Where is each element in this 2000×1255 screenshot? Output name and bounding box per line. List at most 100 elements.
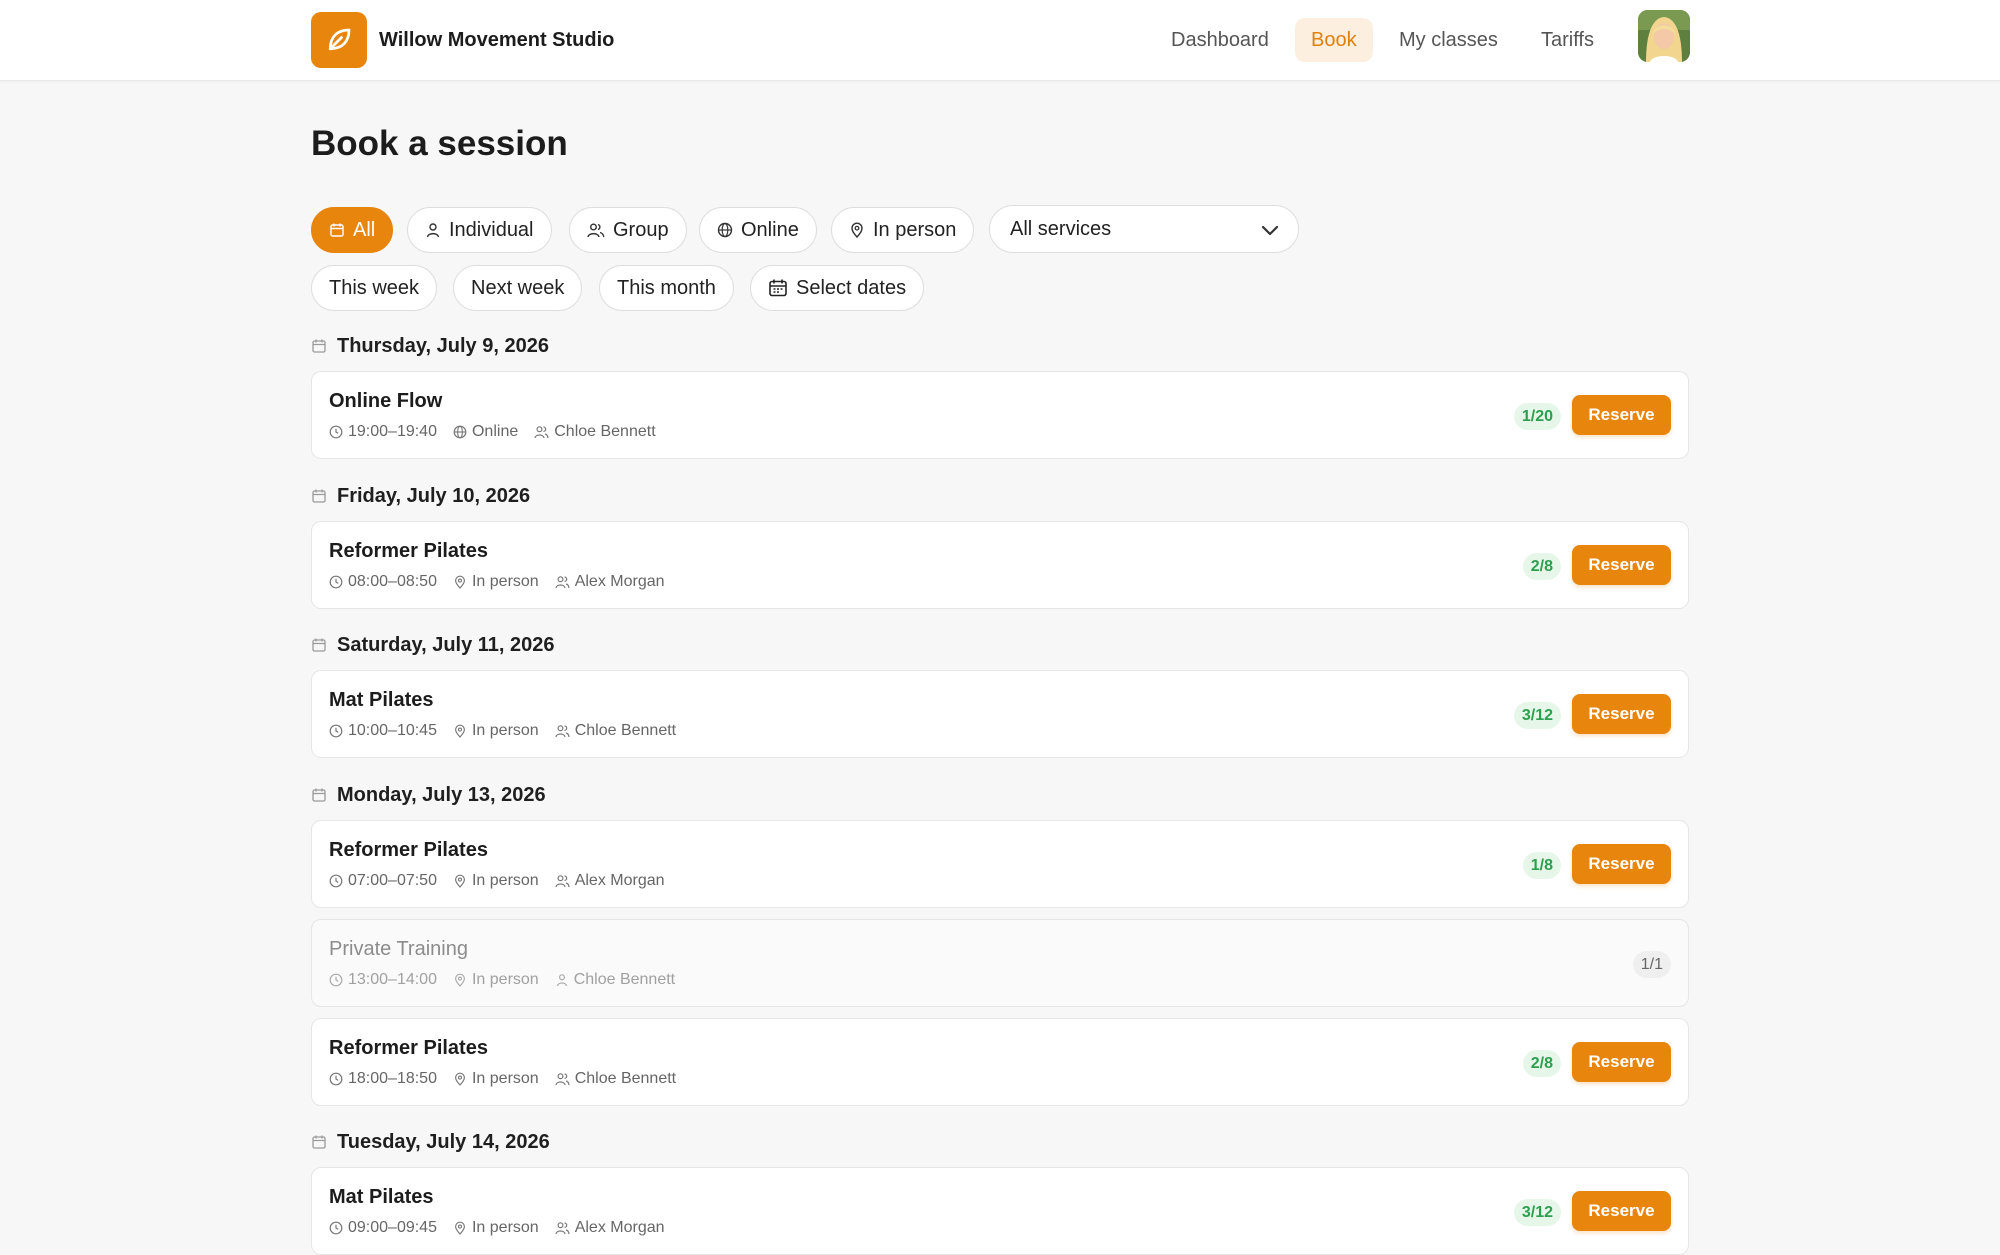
filter-individual-chip[interactable]: Individual (407, 207, 552, 253)
range-next-week-chip[interactable]: Next week (453, 265, 583, 311)
range-select-dates-chip[interactable]: Select dates (750, 265, 925, 311)
nav-my-classes[interactable]: My classes (1383, 18, 1514, 62)
map-pin-icon (851, 222, 863, 238)
clock-icon (329, 1072, 343, 1086)
clock-icon (329, 973, 343, 987)
calendar-icon (312, 1135, 326, 1149)
users-icon (555, 1073, 570, 1086)
reserve-button[interactable]: Reserve (1572, 545, 1671, 585)
calendar-icon (330, 223, 344, 237)
session-mode: In person (453, 573, 539, 591)
clock-icon (329, 724, 343, 738)
session-instructor: Alex Morgan (555, 1219, 665, 1237)
clock-icon (329, 425, 343, 439)
session-mode: Online (453, 423, 518, 441)
clock-icon (329, 874, 343, 888)
services-select[interactable]: All services (989, 205, 1299, 253)
filter-group-chip[interactable]: Group (569, 207, 687, 253)
page-title: Book a session (311, 124, 568, 163)
instructor-label: Chloe Bennett (554, 423, 656, 440)
session-mode: In person (453, 722, 539, 740)
session-title: Mat Pilates (329, 689, 434, 711)
calendar-icon (769, 279, 787, 297)
users-icon (555, 1222, 570, 1235)
session-meta: 10:00–10:45 In person Chloe Bennett (329, 720, 692, 742)
day-heading-label: Friday, July 10, 2026 (337, 484, 531, 507)
clock-icon (329, 575, 343, 589)
session-time: 13:00–14:00 (329, 971, 437, 989)
range-this-week-chip[interactable]: This week (311, 265, 438, 311)
session-mode: In person (453, 1219, 539, 1237)
mode-label: In person (471, 872, 539, 889)
map-pin-icon (454, 1072, 465, 1086)
time-label: 18:00–18:50 (348, 1070, 437, 1087)
range-this-month-chip[interactable]: This month (599, 265, 734, 311)
capacity-badge: 3/12 (1513, 1199, 1561, 1226)
map-pin-icon (454, 575, 465, 589)
filter-all-chip[interactable]: All (311, 207, 394, 253)
mode-label: In person (471, 722, 539, 739)
day-heading: Friday, July 10, 2026 (311, 483, 530, 509)
session-meta: 07:00–07:50 In person Alex Morgan (329, 870, 681, 892)
instructor-label: Chloe Bennett (573, 971, 676, 988)
nav-dashboard[interactable]: Dashboard (1155, 18, 1285, 62)
reserve-button[interactable]: Reserve (1572, 395, 1671, 435)
time-label: 08:00–08:50 (348, 573, 437, 590)
nav-book[interactable]: Book (1295, 18, 1373, 62)
session-meta: 19:00–19:40 Online Chloe Bennett (329, 421, 672, 443)
instructor-label: Alex Morgan (574, 573, 665, 590)
calendar-icon (312, 638, 326, 652)
time-label: 19:00–19:40 (348, 423, 437, 440)
session-time: 09:00–09:45 (329, 1219, 437, 1237)
nav-tariffs[interactable]: Tariffs (1525, 18, 1610, 62)
reserve-button[interactable]: Reserve (1572, 694, 1671, 734)
calendar-icon (312, 788, 326, 802)
chip-label: This month (617, 276, 716, 299)
session-instructor: Chloe Bennett (555, 971, 675, 989)
instructor-label: Alex Morgan (574, 872, 665, 889)
map-pin-icon (454, 1221, 465, 1235)
select-value: All services (1010, 217, 1112, 240)
chip-label: Online (741, 218, 799, 241)
time-label: 07:00–07:50 (348, 872, 437, 889)
reserve-button[interactable]: Reserve (1572, 1042, 1671, 1082)
session-time: 08:00–08:50 (329, 573, 437, 591)
calendar-icon (312, 489, 326, 503)
instructor-label: Chloe Bennett (574, 722, 677, 739)
session-card: Online Flow 19:00–19:40 Online Chloe Ben… (311, 371, 1689, 459)
time-label: 10:00–10:45 (348, 722, 437, 739)
session-time: 10:00–10:45 (329, 722, 437, 740)
chip-label: Individual (449, 218, 534, 241)
instructor-label: Chloe Bennett (574, 1070, 677, 1087)
avatar[interactable] (1638, 10, 1690, 62)
day-heading-label: Monday, July 13, 2026 (337, 783, 546, 806)
session-instructor: Chloe Bennett (534, 423, 656, 441)
session-card: Mat Pilates 10:00–10:45 In person Chloe … (311, 670, 1689, 758)
session-title: Private Training (329, 938, 468, 960)
session-instructor: Chloe Bennett (555, 1070, 676, 1088)
session-time: 18:00–18:50 (329, 1070, 437, 1088)
user-icon (556, 974, 567, 987)
session-card: Mat Pilates 09:00–09:45 In person Alex M… (311, 1167, 1689, 1255)
capacity-badge: 2/8 (1522, 553, 1561, 580)
day-heading-label: Thursday, July 9, 2026 (337, 334, 549, 357)
users-icon (587, 223, 605, 238)
session-title: Online Flow (329, 390, 443, 412)
session-meta: 18:00–18:50 In person Chloe Bennett (329, 1068, 692, 1090)
chip-label: Group (613, 218, 669, 241)
time-label: 13:00–14:00 (348, 971, 437, 988)
session-title: Reformer Pilates (329, 1037, 488, 1059)
session-time: 19:00–19:40 (329, 423, 437, 441)
session-instructor: Alex Morgan (555, 872, 665, 890)
chip-label: This week (329, 276, 420, 299)
reserve-button[interactable]: Reserve (1572, 1191, 1671, 1231)
session-title: Reformer Pilates (329, 540, 488, 562)
day-heading-label: Saturday, July 11, 2026 (337, 633, 555, 656)
mode-label: In person (471, 1070, 539, 1087)
session-instructor: Alex Morgan (555, 573, 665, 591)
reserve-button[interactable]: Reserve (1572, 844, 1671, 884)
filter-online-chip[interactable]: Online (699, 207, 817, 253)
map-pin-icon (454, 874, 465, 888)
day-heading: Thursday, July 9, 2026 (311, 333, 549, 359)
filter-in-person-chip[interactable]: In person (831, 207, 975, 253)
